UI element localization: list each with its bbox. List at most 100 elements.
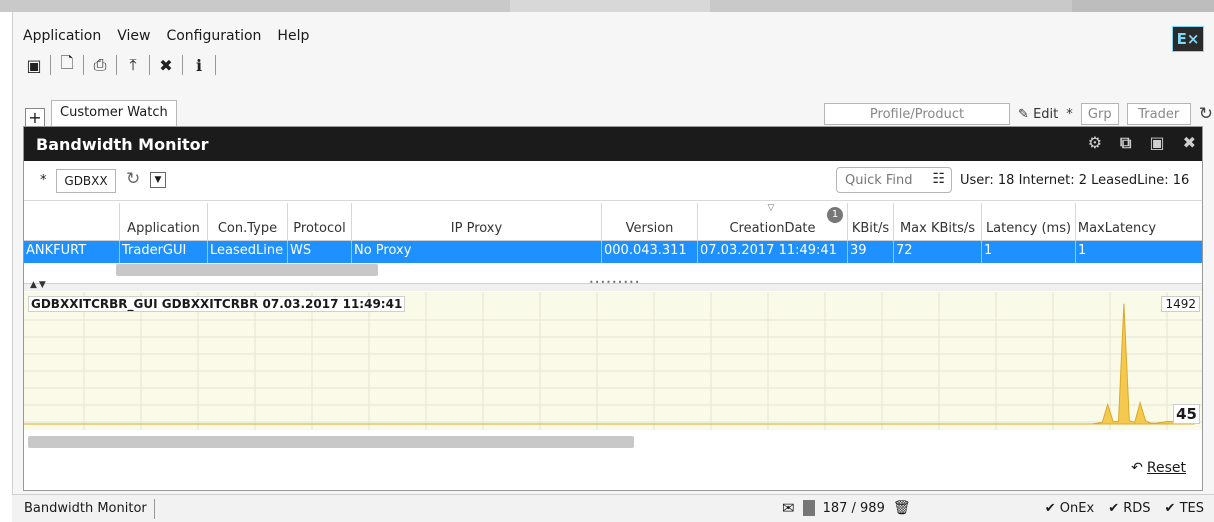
toolbar-separator [50,55,51,75]
col-header-version[interactable]: Version [602,203,698,241]
grid-header: Application Con.Type Protocol IP Proxy V… [24,203,1202,241]
check-icon: ✔ [1108,501,1120,516]
filter-star: * [40,173,47,188]
col-header-maxlatency[interactable]: MaxLatency [1076,203,1158,241]
brand-logo: E× [1172,26,1204,52]
profile-product-field[interactable]: Profile/Product [824,103,1011,125]
trash-icon[interactable]: 🗑 [893,500,911,516]
upload-icon[interactable]: ⤒ [120,53,146,77]
sort-desc-icon: ▽ [767,203,775,213]
chart-caption: GDBXXITCRBR_GUI GDBXXITCRBR 07.03.2017 1… [28,296,406,312]
cell-version: 000.043.311 [602,241,698,263]
check-icon: ✔ [1164,501,1176,516]
main-toolbar: ▣ 🗋 ⎙ ⤒ ✖ i [21,52,219,78]
col-header-creationdate-label: CreationDate [729,221,816,236]
cell-location: ANKFURT [24,241,120,263]
table-row[interactable]: ANKFURT TraderGUI LeasedLine WS No Proxy… [24,241,1202,263]
toolbar-separator [149,55,150,75]
status-connections: ✔ OnEx ✔ RDS ✔ TES [1045,501,1204,516]
quick-find-placeholder: Quick Find [845,172,913,188]
message-progress-icon [802,500,815,516]
filter-row: * GDBXX ↻ ▼ Quick Find ☷ User: 18 Intern… [24,161,1202,201]
reset-label: Reset [1146,460,1186,476]
window-top-strip [0,0,1214,12]
menu-bar: Application View Configuration Help [23,28,309,50]
quick-find-input[interactable]: Quick Find ☷ [836,167,952,193]
splitter-collapse-arrows-icon[interactable]: ▲▼ [30,280,48,290]
col-header-kbits[interactable]: KBit/s [848,203,894,241]
tab-row-controls: Profile/Product ✎ Edit * Grp Trader ↻ [824,102,1213,126]
status-separator [154,499,155,519]
chart-max-label: 1492 [1161,296,1200,312]
trader-field[interactable]: Trader [1126,103,1191,125]
reset-button[interactable]: ↶ Reset [1131,460,1186,476]
bandwidth-chart: GDBXXITCRBR_GUI GDBXXITCRBR 07.03.2017 1… [24,292,1202,430]
col-header-maxkbits[interactable]: Max KBits/s [894,203,982,241]
bandwidth-chart-svg [24,292,1202,430]
col-header-contype[interactable]: Con.Type [208,203,288,241]
filter-dropdown-icon[interactable]: ▼ [150,172,166,188]
binoculars-icon[interactable]: ☷ [932,171,945,187]
restore-window-icon[interactable]: ⧉ [1120,133,1131,153]
status-bar: Bandwidth Monitor ✉ 187 / 989 🗑 ✔ OnEx ✔… [12,494,1214,522]
filter-group-field[interactable]: GDBXX [56,169,116,193]
status-onex: ✔ OnEx [1045,501,1094,516]
menu-application[interactable]: Application [23,28,101,50]
chart-horizontal-scrollbar[interactable] [28,436,634,448]
filter-refresh-icon[interactable]: ↻ [126,169,140,189]
menu-view[interactable]: View [117,28,150,50]
menu-configuration[interactable]: Configuration [166,28,261,50]
chart-current-label: 45 [1173,404,1200,424]
cell-maxlatency: 1 [1078,243,1087,258]
col-header-application[interactable]: Application [120,203,208,241]
col-header-protocol[interactable]: Protocol [288,203,352,241]
cell-latency: 1 [982,241,1076,263]
new-document-icon[interactable]: 🗋 [54,53,80,77]
grid-horizontal-scrollbar[interactable] [116,264,378,276]
refresh-icon[interactable]: ↻ [1199,104,1213,124]
info-icon[interactable]: i [186,53,212,77]
tab-customer-watch[interactable]: Customer Watch [51,100,177,126]
bandwidth-monitor-panel: Bandwidth Monitor ⚙ ⧉ ▣ ✖ * GDBXX ↻ ▼ Qu… [23,126,1203,491]
col-header-latency[interactable]: Latency (ms) [982,203,1076,241]
add-tab-button[interactable]: + [25,108,45,128]
toolbar-separator [83,55,84,75]
panel-header: Bandwidth Monitor ⚙ ⧉ ▣ ✖ [24,127,1202,161]
reset-icon: ↶ [1131,460,1143,476]
sort-order-badge: 1 [827,207,843,223]
message-count: 187 / 989 [822,500,885,516]
cell-protocol: WS [288,241,352,263]
col-header-creationdate[interactable]: ▽ CreationDate 1 [698,203,848,241]
cell-application: TraderGUI [120,241,208,263]
connection-stats: User: 18 Internet: 2 LeasedLine: 16 [960,173,1190,188]
col-header-ipproxy[interactable]: IP Proxy [352,203,602,241]
maximize-icon[interactable]: ▣ [1149,133,1164,153]
col-header-location[interactable] [24,203,120,241]
print-icon[interactable]: ⎙ [87,53,113,77]
panel-splitter[interactable]: ▲▼ ••••••••• [24,278,1202,291]
status-tes-label: TES [1179,501,1204,516]
splitter-grip-icon[interactable]: ••••••••• [589,278,640,287]
settings-gear-icon[interactable]: ⚙ [1088,133,1102,153]
grp-field[interactable]: Grp [1080,103,1119,125]
status-onex-label: OnEx [1059,501,1095,516]
mail-icon[interactable]: ✉ [782,499,795,517]
login-icon[interactable]: ▣ [21,53,47,77]
edit-button[interactable]: ✎ Edit [1018,107,1058,122]
status-rds: ✔ RDS [1108,501,1150,516]
menu-help[interactable]: Help [277,28,309,50]
status-rds-label: RDS [1123,501,1151,516]
cell-kbits: 39 [848,241,894,263]
cell-contype: LeasedLine [208,241,288,263]
status-tes: ✔ TES [1165,501,1204,516]
cell-creationdate: 07.03.2017 11:49:41 [698,241,848,263]
toolbar-separator [215,55,216,75]
toolbar-separator [182,55,183,75]
connections-grid: Application Con.Type Protocol IP Proxy V… [24,203,1202,281]
top-strip-segment [510,0,710,12]
tools-icon[interactable]: ✖ [153,53,179,77]
status-current-view: Bandwidth Monitor [24,501,147,516]
close-icon[interactable]: ✖ [1183,133,1196,153]
cell-maxkbits: 72 [894,241,982,263]
star-marker: * [1066,106,1073,122]
